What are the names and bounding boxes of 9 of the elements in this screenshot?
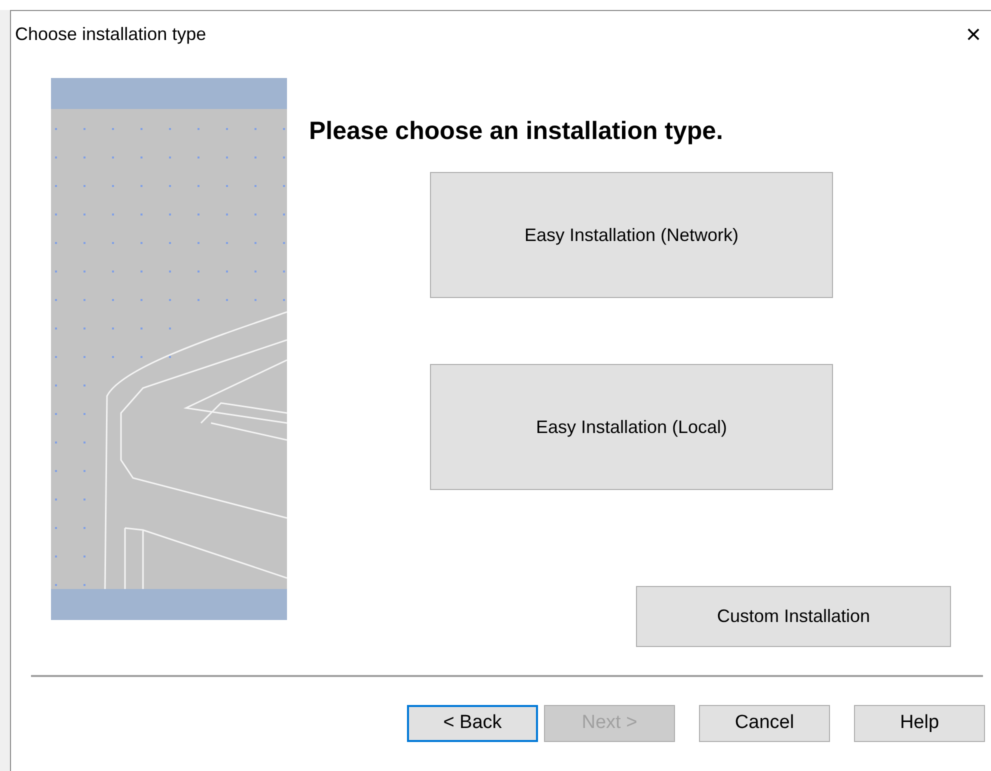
nav-button[interactable]: Help (854, 705, 985, 742)
install-option-button[interactable]: Easy Installation (Local) (430, 364, 833, 490)
heading: Please choose an installation type. (309, 116, 724, 146)
nav-button[interactable]: Cancel (699, 705, 830, 742)
close-button[interactable]: × (966, 21, 981, 47)
window-title: Choose installation type (15, 22, 206, 46)
install-option-button[interactable]: Easy Installation (Network) (430, 172, 833, 298)
custom-installation-button[interactable]: Custom Installation (636, 586, 951, 647)
nav-button[interactable]: < Back (407, 705, 538, 742)
